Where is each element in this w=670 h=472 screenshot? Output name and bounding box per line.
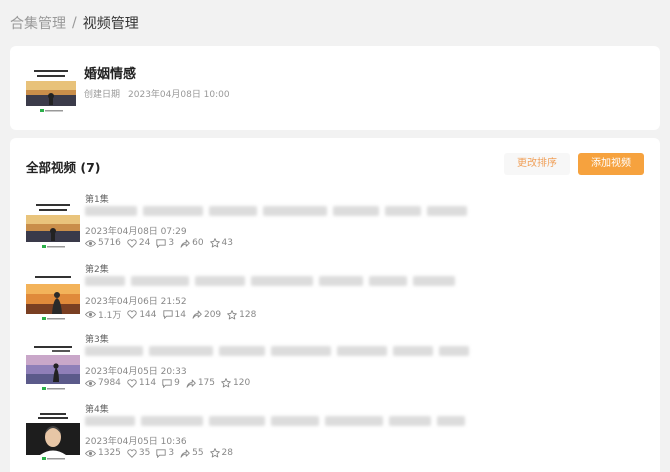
publish-date: 2023年04月08日 07:29 <box>85 227 187 237</box>
comments-stat: 3 <box>156 448 174 458</box>
video-stats: 1325 35 3 55 28 <box>85 448 239 458</box>
views-stat: 1325 <box>85 448 121 458</box>
episode-label: 第4集 <box>85 405 109 415</box>
likes-stat: 144 <box>127 310 157 320</box>
comments-stat: 14 <box>162 310 186 320</box>
comment-icon <box>162 378 172 388</box>
collection-created-date: 创建日期 2023年04月08日 10:00 <box>84 87 230 100</box>
star-icon <box>221 378 231 388</box>
video-title-blurred <box>85 206 467 216</box>
eye-icon <box>85 239 96 247</box>
likes-stat: 35 <box>127 448 150 458</box>
video-item[interactable]: 第1集 2023年04月08日 07:29 5716 24 3 60 43 <box>26 192 646 254</box>
share-icon <box>186 379 196 388</box>
share-icon <box>192 310 202 319</box>
heart-icon <box>127 310 137 319</box>
episode-label: 第3集 <box>85 335 109 345</box>
comments-stat: 3 <box>156 238 174 248</box>
collection-cover-image <box>26 66 76 116</box>
eye-icon <box>85 311 96 318</box>
favorites-stat: 128 <box>227 310 256 320</box>
video-stats: 1.1万 144 14 209 128 <box>85 308 262 321</box>
breadcrumb-current: 视频管理 <box>82 16 139 32</box>
comment-icon <box>156 238 167 248</box>
breadcrumb-parent-link[interactable]: 合集管理 <box>10 13 66 33</box>
created-date-value: 2023年04月08日 10:00 <box>128 90 230 100</box>
video-stats: 5716 24 3 60 43 <box>85 238 239 248</box>
breadcrumb-separator: / <box>72 15 77 31</box>
heart-icon <box>127 378 137 388</box>
collection-info-card: 婚姻情感 创建日期 2023年04月08日 10:00 <box>10 46 660 130</box>
likes-stat: 24 <box>127 238 150 248</box>
views-stat: 1.1万 <box>85 308 121 321</box>
add-video-button[interactable]: 添加视频 <box>578 153 644 175</box>
star-icon <box>209 238 220 248</box>
star-icon <box>227 309 238 319</box>
comment-icon <box>156 448 167 458</box>
video-list-card: 全部视频 (7) 更改排序 添加视频 第1集 2023年04月08日 07:29… <box>10 138 660 472</box>
video-stats: 7984 114 9 175 120 <box>85 378 256 388</box>
video-title-blurred <box>85 416 465 426</box>
created-date-label: 创建日期 <box>84 90 121 100</box>
views-stat: 7984 <box>85 378 121 388</box>
video-thumbnail[interactable] <box>26 410 80 462</box>
publish-date: 2023年04月05日 10:36 <box>85 437 187 447</box>
publish-date: 2023年04月06日 21:52 <box>85 297 187 307</box>
change-order-button[interactable]: 更改排序 <box>504 153 570 175</box>
shares-stat: 55 <box>180 448 204 458</box>
heart-icon <box>127 238 137 248</box>
section-title: 全部视频 (7) <box>26 160 101 175</box>
video-thumbnail[interactable] <box>26 340 80 392</box>
video-thumbnail[interactable] <box>26 200 80 252</box>
heart-icon <box>127 448 137 458</box>
video-item[interactable]: 第2集 2023年04月06日 21:52 1.1万 144 14 209 12… <box>26 262 646 324</box>
video-item[interactable]: 第4集 2023年04月05日 10:36 1325 35 3 55 28 <box>26 402 646 464</box>
shares-stat: 209 <box>192 310 221 320</box>
favorites-stat: 120 <box>221 378 250 388</box>
video-title-blurred <box>85 346 469 356</box>
views-stat: 5716 <box>85 238 121 248</box>
comment-icon <box>162 310 173 319</box>
shares-stat: 175 <box>186 378 215 388</box>
shares-stat: 60 <box>180 238 204 248</box>
video-title-blurred <box>85 276 455 286</box>
video-item[interactable]: 第3集 2023年04月05日 20:33 7984 114 9 175 120 <box>26 332 646 394</box>
comments-stat: 9 <box>162 378 180 388</box>
star-icon <box>209 448 220 458</box>
video-thumbnail[interactable] <box>26 270 80 322</box>
collection-title: 婚姻情感 <box>84 67 137 82</box>
episode-label: 第1集 <box>85 195 109 205</box>
favorites-stat: 28 <box>209 448 233 458</box>
eye-icon <box>85 449 96 457</box>
episode-label: 第2集 <box>85 265 109 275</box>
eye-icon <box>85 379 96 387</box>
likes-stat: 114 <box>127 378 156 388</box>
favorites-stat: 43 <box>209 238 233 248</box>
publish-date: 2023年04月05日 20:33 <box>85 367 187 377</box>
share-icon <box>180 239 190 248</box>
breadcrumb: 合集管理 / 视频管理 <box>10 13 139 33</box>
share-icon <box>180 449 190 458</box>
